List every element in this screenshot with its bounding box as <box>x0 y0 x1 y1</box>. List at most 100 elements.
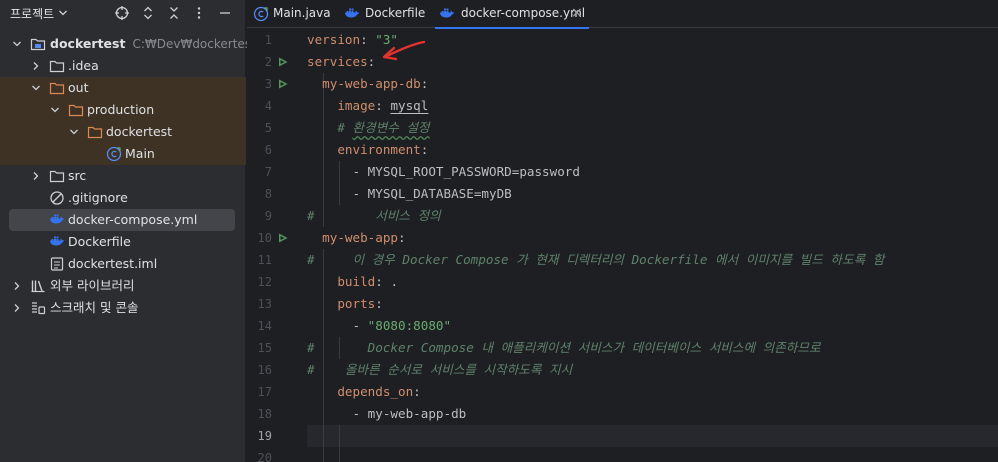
line-number: 10 <box>257 231 272 245</box>
tab-dockerfile[interactable]: Dockerfile <box>344 0 432 28</box>
tab-label: Dockerfile <box>365 6 426 20</box>
tab-label: Main.java <box>273 6 331 20</box>
annotation-arrow-icon <box>382 40 426 61</box>
tree-item-label: dockertest <box>50 36 126 51</box>
chevron-down-icon[interactable] <box>31 83 41 93</box>
tree-item-main-class[interactable]: Main <box>0 143 246 165</box>
project-panel: 프로젝트 dockertest C:₩Dev₩dockertest .idea o <box>0 0 256 462</box>
project-path: C:₩Dev₩dockertest <box>132 37 256 51</box>
project-panel-header: 프로젝트 <box>0 0 246 26</box>
tab-label: docker-compose.yml <box>461 6 586 20</box>
line-number: 9 <box>264 209 272 223</box>
services-key: services <box>307 54 368 69</box>
line-number: 16 <box>257 363 272 377</box>
java-class-icon <box>106 146 122 162</box>
tree-item-label: docker-compose.yml <box>68 212 198 227</box>
chevron-right-icon[interactable] <box>31 171 41 181</box>
code-line: - my-web-app-db <box>352 406 467 421</box>
chevron-down-icon[interactable] <box>12 39 22 49</box>
folder-icon <box>87 126 103 139</box>
indent-guide <box>339 425 340 462</box>
run-service-icon[interactable] <box>277 56 289 68</box>
tree-item-out[interactable]: out <box>0 77 246 99</box>
run-service-icon[interactable] <box>277 232 289 244</box>
tree-item-external-libraries[interactable]: 외부 라이브러리 <box>0 275 246 297</box>
line-number: 15 <box>257 341 272 355</box>
code-line: image: mysql <box>337 98 429 113</box>
tree-item-label: dockertest <box>106 124 173 139</box>
chevron-right-icon[interactable] <box>31 61 41 71</box>
code-line: - MYSQL_ROOT_PASSWORD=password <box>352 164 580 179</box>
tree-item-project-root[interactable]: dockertest C:₩Dev₩dockertest <box>0 33 256 55</box>
folder-icon <box>49 170 65 183</box>
tree-item-idea[interactable]: .idea <box>0 55 246 77</box>
code-line: # 이 경우 Docker Compose 가 현재 디렉터리의 Dockerf… <box>307 252 885 267</box>
editor-tab-bar: Main.java Dockerfile docker-compose.yml … <box>247 0 998 29</box>
tab-main-java[interactable]: Main.java <box>253 0 337 28</box>
project-panel-title[interactable]: 프로젝트 <box>10 5 54 22</box>
line-number: 3 <box>264 77 272 91</box>
editor-gutter: 1 2 3 4 5 6 7 8 9 10 11 12 13 14 15 16 1… <box>247 29 307 462</box>
code-line: - MYSQL_DATABASE=myDB <box>352 186 512 201</box>
chevron-down-icon[interactable] <box>69 127 79 137</box>
tree-item-dockertest-package[interactable]: dockertest <box>0 121 246 143</box>
code-line: # 환경변수 설정 <box>337 120 430 135</box>
docker-icon <box>50 214 64 224</box>
tree-item-gitignore[interactable]: .gitignore <box>0 187 246 209</box>
code-line: services: <box>307 54 376 69</box>
expand-all-icon[interactable] <box>138 3 158 23</box>
line-number: 20 <box>257 451 272 462</box>
tab-docker-compose[interactable]: docker-compose.yml × <box>435 0 589 29</box>
chevron-down-icon[interactable] <box>58 8 68 18</box>
tree-item-label: production <box>87 102 155 117</box>
code-editor[interactable]: version: "3" services: my-web-app-db: im… <box>307 29 998 462</box>
line-number: 7 <box>264 165 272 179</box>
tree-item-label: out <box>68 80 89 95</box>
chevron-down-icon[interactable] <box>50 105 60 115</box>
tree-item-src[interactable]: src <box>0 165 246 187</box>
line-number: 4 <box>264 99 272 113</box>
crosshair-icon[interactable] <box>112 3 132 23</box>
docker-icon <box>50 236 64 246</box>
tree-item-label: dockertest.iml <box>68 256 158 271</box>
folder-icon <box>68 104 84 117</box>
gitignore-icon <box>50 191 64 205</box>
code-line: # 올바른 순서로 서비스를 시작하도록 지시 <box>307 362 573 377</box>
tree-item-label: Dockerfile <box>68 234 131 249</box>
tree-item-scratches[interactable]: 스크래치 및 콘솔 <box>0 297 246 319</box>
line-number: 13 <box>257 297 272 311</box>
tree-item-label: .gitignore <box>68 190 128 205</box>
tree-item-iml[interactable]: dockertest.iml <box>0 253 246 275</box>
chevron-right-icon[interactable] <box>12 281 22 291</box>
tree-item-label: .idea <box>68 58 99 73</box>
code-line: ports: <box>337 296 383 311</box>
line-number: 6 <box>264 143 272 157</box>
code-line: my-web-app: <box>322 230 406 245</box>
line-number: 18 <box>257 407 272 421</box>
tree-item-docker-compose[interactable]: docker-compose.yml <box>9 209 235 231</box>
line-number: 12 <box>257 275 272 289</box>
tree-item-dockerfile[interactable]: Dockerfile <box>0 231 246 253</box>
current-line-highlight <box>307 425 998 447</box>
run-service-icon[interactable] <box>277 78 289 90</box>
line-number: 5 <box>264 121 272 135</box>
code-line: environment: <box>337 142 429 157</box>
code-line: build: . <box>337 274 399 289</box>
line-number-current: 19 <box>257 429 272 443</box>
line-number: 1 <box>264 33 272 47</box>
line-number: 17 <box>257 385 272 399</box>
tree-item-label: 스크래치 및 콘솔 <box>50 300 139 315</box>
line-number: 8 <box>264 187 272 201</box>
folder-icon <box>49 60 65 73</box>
docker-icon <box>440 8 454 18</box>
line-number: 11 <box>257 253 272 267</box>
java-class-icon <box>253 6 269 22</box>
minimize-icon[interactable] <box>215 3 235 23</box>
collapse-all-icon[interactable] <box>164 3 184 23</box>
chevron-right-icon[interactable] <box>12 303 22 313</box>
more-icon[interactable] <box>189 3 209 23</box>
line-number: 2 <box>264 55 272 69</box>
close-icon[interactable]: × <box>571 0 583 27</box>
code-line: # 서비스 정의 <box>307 208 441 223</box>
tree-item-production[interactable]: production <box>0 99 246 121</box>
